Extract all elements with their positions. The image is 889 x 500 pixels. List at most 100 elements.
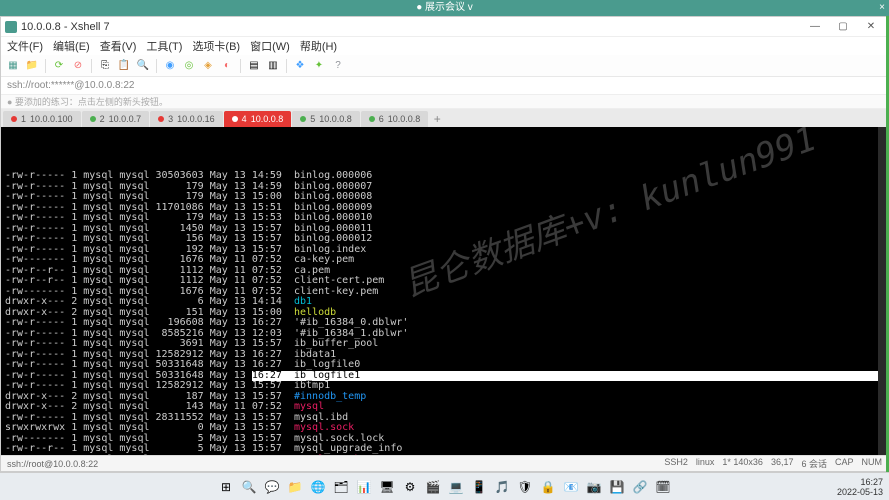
file-name: db1 bbox=[294, 296, 312, 307]
statusbar: ssh://root@10.0.0.8:22 SSH2linux1* 140x3… bbox=[1, 455, 888, 471]
taskbar-app-icon[interactable]: 🖥 bbox=[377, 477, 397, 497]
tool-icon-7[interactable]: ❖ bbox=[292, 58, 308, 74]
file-name: ibdata1 bbox=[294, 349, 336, 360]
new-session-icon[interactable]: ▦ bbox=[5, 58, 21, 74]
taskbar-app-icon[interactable]: 🎵 bbox=[492, 477, 512, 497]
copy-icon[interactable]: ⎘ bbox=[97, 58, 113, 74]
menubar: 文件(F) 编辑(E) 查看(V) 工具(T) 选项卡(B) 窗口(W) 帮助(H) bbox=[1, 37, 888, 55]
taskbar-app-icon[interactable]: ⚙ bbox=[400, 477, 420, 497]
tool-icon-4[interactable]: ◐ bbox=[219, 58, 235, 74]
taskbar-app-icon[interactable]: 🔒 bbox=[538, 477, 558, 497]
status-dot-icon bbox=[11, 116, 17, 122]
status-segment: 6 会话 bbox=[801, 457, 827, 470]
status-segment: SSH2 bbox=[664, 457, 688, 470]
taskbar-app-icon[interactable]: 🗓 bbox=[653, 477, 673, 497]
taskbar-app-icon[interactable]: 📁 bbox=[285, 477, 305, 497]
file-name: binlog.000007 bbox=[294, 181, 372, 192]
tab-label: 10.0.0.8 bbox=[319, 114, 352, 124]
tool-icon-1[interactable]: ◉ bbox=[162, 58, 178, 74]
tool-icon-6[interactable]: ▥ bbox=[265, 58, 281, 74]
file-listing-row: -rw-r--r-- 1 mysql mysql 1112 May 11 07:… bbox=[5, 276, 884, 287]
session-tab[interactable]: 3 10.0.0.16 bbox=[150, 111, 223, 127]
tab-label: 10.0.0.8 bbox=[251, 114, 284, 124]
terminal[interactable]: 昆仑数据库+v: kunlun991 -rw-r----- 1 mysql my… bbox=[1, 127, 888, 455]
add-tab-button[interactable]: + bbox=[429, 111, 445, 127]
file-name: binlog.000008 bbox=[294, 191, 372, 202]
file-name: mysql.sock.lock bbox=[294, 433, 384, 444]
file-name: mysql.sock bbox=[294, 422, 354, 433]
file-name: mysql_upgrade_info bbox=[294, 443, 402, 454]
meeting-banner: ● 展示会议 v × bbox=[0, 0, 889, 16]
file-name: mysqlx.sock bbox=[294, 454, 360, 456]
menu-item[interactable]: 帮助(H) bbox=[300, 38, 337, 54]
disconnect-icon[interactable]: ⊘ bbox=[70, 58, 86, 74]
maximize-button[interactable]: ▢ bbox=[830, 19, 856, 35]
taskbar-app-icon[interactable]: 📧 bbox=[561, 477, 581, 497]
session-tab[interactable]: 4 10.0.0.8 bbox=[224, 111, 292, 127]
file-listing-row: -rw------- 1 mysql mysql 1676 May 11 07:… bbox=[5, 255, 884, 266]
file-name: binlog.000012 bbox=[294, 233, 372, 244]
session-tab[interactable]: 1 10.0.0.100 bbox=[3, 111, 81, 127]
file-listing-row: -rw-r----- 1 mysql mysql 156 May 13 15:5… bbox=[5, 234, 884, 245]
menu-item[interactable]: 编辑(E) bbox=[53, 38, 90, 54]
tab-label: 10.0.0.7 bbox=[109, 114, 142, 124]
taskbar-app-icon[interactable]: 💬 bbox=[262, 477, 282, 497]
taskbar-clock[interactable]: 16:27 2022-05-13 bbox=[837, 477, 883, 497]
file-name: mysql bbox=[294, 401, 324, 412]
menu-item[interactable]: 选项卡(B) bbox=[192, 38, 240, 54]
status-segment: linux bbox=[696, 457, 715, 470]
tab-label: 10.0.0.16 bbox=[177, 114, 215, 124]
paste-icon[interactable]: 📋 bbox=[116, 58, 132, 74]
open-icon[interactable]: 📁 bbox=[24, 58, 40, 74]
menu-item[interactable]: 窗口(W) bbox=[250, 38, 290, 54]
titlebar: 10.0.0.8 - Xshell 7 — ▢ ✕ bbox=[1, 17, 888, 37]
taskbar-app-icon[interactable]: 🛡 bbox=[515, 477, 535, 497]
selected-text: 16:27 ib_logfile1 bbox=[252, 371, 888, 382]
taskbar-app-icon[interactable]: 💾 bbox=[607, 477, 627, 497]
session-tabs: 1 10.0.0.1002 10.0.0.73 10.0.0.164 10.0.… bbox=[1, 109, 888, 127]
menu-item[interactable]: 查看(V) bbox=[100, 38, 137, 54]
status-dot-icon bbox=[232, 116, 238, 122]
taskbar-app-icon[interactable]: 📷 bbox=[584, 477, 604, 497]
minimize-button[interactable]: — bbox=[802, 19, 828, 35]
reconnect-icon[interactable]: ⟳ bbox=[51, 58, 67, 74]
toolbar: ▦ 📁 ⟳ ⊘ ⎘ 📋 🔍 ◉ ◎ ◈ ◐ ▤ ▥ ❖ ✦ ? bbox=[1, 55, 888, 77]
address-bar[interactable]: ssh://root:******@10.0.0.8:22 bbox=[1, 77, 888, 95]
taskbar-app-icon[interactable]: 📊 bbox=[354, 477, 374, 497]
file-name: binlog.000009 bbox=[294, 202, 372, 213]
session-tab[interactable]: 6 10.0.0.8 bbox=[361, 111, 429, 127]
taskbar-app-icon[interactable]: 🌐 bbox=[308, 477, 328, 497]
tool-icon-8[interactable]: ✦ bbox=[311, 58, 327, 74]
taskbar-app-icon[interactable]: 📱 bbox=[469, 477, 489, 497]
file-name: binlog.000011 bbox=[294, 223, 372, 234]
taskbar-app-icon[interactable]: 🔍 bbox=[239, 477, 259, 497]
find-icon[interactable]: 🔍 bbox=[135, 58, 151, 74]
tool-icon-2[interactable]: ◎ bbox=[181, 58, 197, 74]
tab-label: 10.0.0.100 bbox=[30, 114, 73, 124]
close-button[interactable]: ✕ bbox=[858, 19, 884, 35]
status-dot-icon bbox=[300, 116, 306, 122]
banner-close-icon[interactable]: × bbox=[879, 0, 885, 16]
tool-icon-5[interactable]: ▤ bbox=[246, 58, 262, 74]
file-listing-row: -rw-r----- 1 mysql mysql 179 May 13 15:5… bbox=[5, 213, 884, 224]
taskbar-app-icon[interactable]: 🗂 bbox=[331, 477, 351, 497]
file-name: ibtmp1 bbox=[294, 380, 330, 391]
file-name: '#ib_16384_0.dblwr' bbox=[294, 317, 408, 328]
help-icon[interactable]: ? bbox=[330, 58, 346, 74]
taskbar-app-icon[interactable]: 💻 bbox=[446, 477, 466, 497]
file-name: hellodb bbox=[294, 307, 336, 318]
taskbar-app-icon[interactable]: ⊞ bbox=[216, 477, 236, 497]
session-tab[interactable]: 5 10.0.0.8 bbox=[292, 111, 360, 127]
taskbar-app-icon[interactable]: 🔗 bbox=[630, 477, 650, 497]
taskbar-app-icon[interactable]: 🎬 bbox=[423, 477, 443, 497]
file-name: binlog.000006 bbox=[294, 170, 372, 181]
file-listing-row: -rw-r--r-- 1 mysql mysql 5 May 13 15:57 … bbox=[5, 444, 884, 455]
tool-icon-3[interactable]: ◈ bbox=[200, 58, 216, 74]
file-name: client-cert.pem bbox=[294, 275, 384, 286]
menu-item[interactable]: 文件(F) bbox=[7, 38, 43, 54]
file-listing-row: -rw-r----- 1 mysql mysql 3691 May 13 15:… bbox=[5, 339, 884, 350]
status-segment: NUM bbox=[862, 457, 883, 470]
menu-item[interactable]: 工具(T) bbox=[146, 38, 182, 54]
session-tab[interactable]: 2 10.0.0.7 bbox=[82, 111, 150, 127]
file-listing-row: drwxr-x--- 2 mysql mysql 6 May 13 14:14 … bbox=[5, 297, 884, 308]
